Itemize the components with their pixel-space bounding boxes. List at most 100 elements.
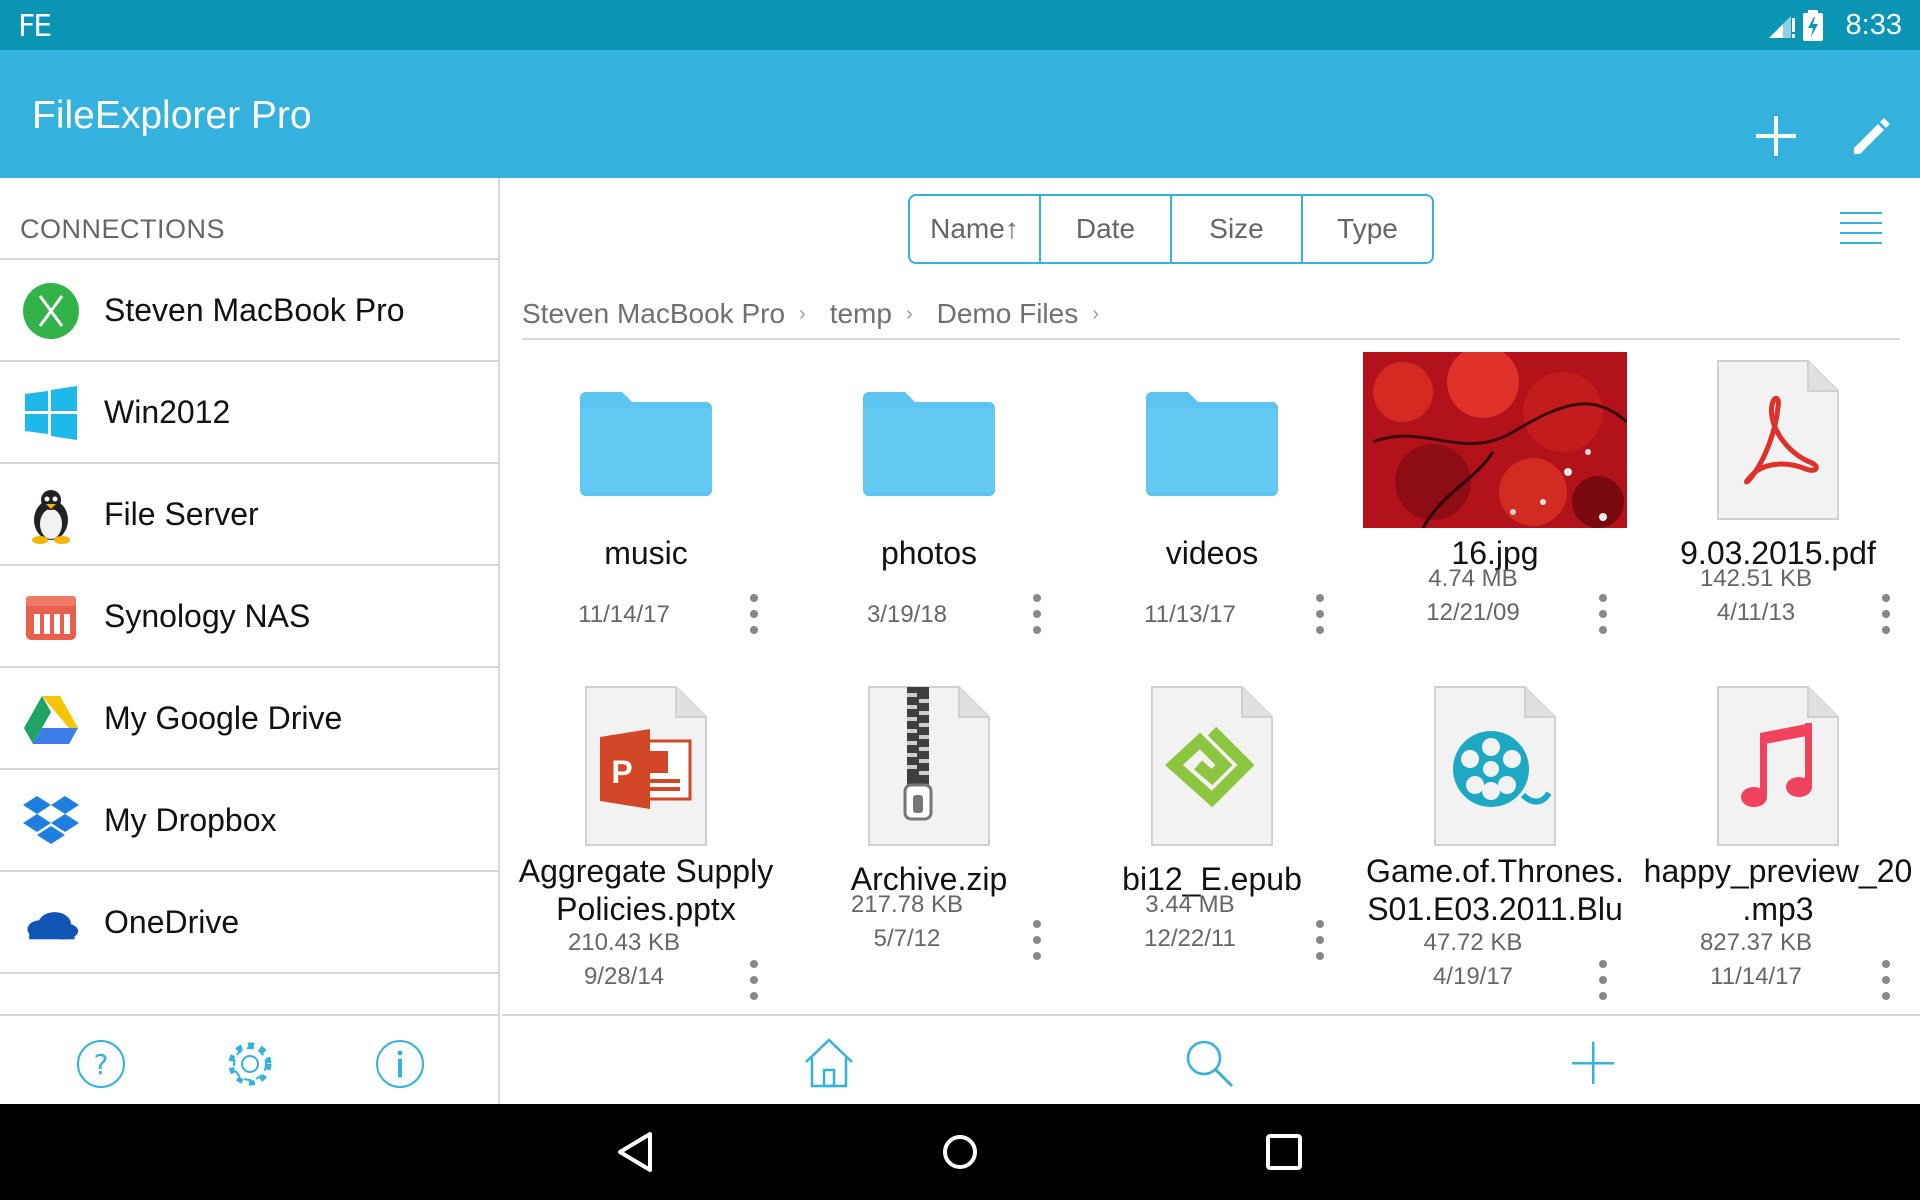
settings-gear-icon[interactable] (224, 1038, 276, 1090)
connection-label: Steven MacBook Pro (104, 292, 405, 328)
more-vertical-icon[interactable] (1872, 590, 1900, 638)
edit-pencil-icon[interactable] (1848, 112, 1896, 160)
sidebar: CONNECTIONS Steven MacBook Pro Win2012 F… (0, 178, 500, 1104)
powerpoint-file-icon: P (585, 686, 707, 846)
connection-item-file-server[interactable]: File Server (0, 464, 500, 566)
sort-by-name-button[interactable]: Name↑ (910, 196, 1041, 262)
thumbnail (787, 676, 1071, 856)
file-size: 4.74 MB (1428, 565, 1518, 592)
app-badge: FE (18, 9, 52, 44)
file-date: 11/14/17 (578, 601, 670, 628)
svg-text:P: P (611, 754, 632, 790)
thumbnail (787, 350, 1071, 530)
connection-item-synology-nas[interactable]: Synology NAS (0, 566, 500, 668)
sort-segmented-control: Name↑ Date Size Type (908, 194, 1434, 264)
search-icon[interactable] (1182, 1036, 1236, 1090)
connection-label: My Dropbox (104, 802, 277, 838)
image-preview (1363, 352, 1627, 528)
connection-item-onedrive[interactable]: OneDrive (0, 872, 500, 974)
sort-by-date-button[interactable]: Date (1041, 196, 1172, 262)
chevron-right-icon: › (799, 302, 806, 325)
file-name: music (604, 535, 688, 571)
file-name: happy_preview_20 .mp3 (1643, 853, 1913, 927)
thumbnail (504, 350, 788, 530)
system-navigation-bar (0, 1104, 1920, 1200)
folder-icon (580, 392, 712, 496)
add-icon[interactable] (1566, 1036, 1620, 1090)
google-drive-icon (24, 696, 78, 744)
mac-x-icon (23, 283, 79, 339)
file-date: 5/7/12 (873, 925, 941, 952)
add-icon[interactable] (1752, 112, 1800, 160)
more-vertical-icon[interactable] (1023, 590, 1051, 638)
windows-icon (25, 386, 77, 440)
thumbnail (1353, 676, 1637, 856)
more-vertical-icon[interactable] (1589, 956, 1617, 1004)
file-name: Aggregate Supply Policies.pptx (518, 853, 774, 927)
thumbnail (1353, 350, 1637, 530)
file-size: 3.44 MB (1145, 891, 1235, 918)
file-browser: Name↑ Date Size Type Steven MacBook Pro … (502, 178, 1920, 1104)
info-icon[interactable] (374, 1038, 426, 1090)
thumbnail (1070, 676, 1354, 856)
back-icon[interactable] (612, 1128, 660, 1176)
folder-icon (863, 392, 995, 496)
more-vertical-icon[interactable] (740, 590, 768, 638)
file-date: 12/21/09 (1426, 599, 1520, 626)
connection-label: My Google Drive (104, 700, 343, 736)
file-date: 9/28/14 (583, 963, 665, 990)
file-date: 12/22/11 (1144, 925, 1236, 952)
more-vertical-icon[interactable] (1306, 590, 1334, 638)
video-file-icon (1434, 686, 1556, 846)
file-name: videos (1165, 535, 1259, 571)
file-size: 142.51 KB (1699, 565, 1813, 592)
thumbnail (1070, 350, 1354, 530)
folder-icon (1146, 392, 1278, 496)
file-date: 3/19/18 (866, 601, 948, 628)
connection-label: Synology NAS (104, 598, 311, 634)
chevron-right-icon: › (1092, 302, 1099, 325)
signal-icon (1769, 16, 1795, 38)
epub-file-icon (1151, 686, 1273, 846)
recents-icon[interactable] (1260, 1128, 1308, 1176)
status-bar: FE 8:33 (0, 0, 1920, 50)
connection-label: File Server (104, 496, 259, 532)
thumbnail (1636, 350, 1920, 530)
breadcrumb-item[interactable]: Demo Files (937, 298, 1079, 330)
bottom-toolbar (502, 1014, 1920, 1104)
more-vertical-icon[interactable] (1872, 956, 1900, 1004)
file-size: 210.43 KB (567, 929, 681, 956)
breadcrumb-item[interactable]: temp (830, 298, 892, 330)
audio-file-icon (1717, 686, 1839, 846)
divider (522, 338, 1900, 340)
file-name: Game.of.Thrones. S01.E03.2011.Blu (1366, 853, 1624, 927)
connections-heading: CONNECTIONS (20, 214, 226, 244)
more-vertical-icon[interactable] (740, 956, 768, 1004)
home-icon[interactable] (802, 1036, 856, 1090)
zip-file-icon (868, 686, 990, 846)
connection-item-my-google-drive[interactable]: My Google Drive (0, 668, 500, 770)
nas-icon (26, 596, 76, 640)
file-date: 4/11/13 (1716, 599, 1796, 626)
connection-label: Win2012 (104, 394, 231, 430)
more-vertical-icon[interactable] (1589, 590, 1617, 638)
sort-by-type-button[interactable]: Type (1303, 196, 1432, 262)
file-size: 827.37 KB (1699, 929, 1813, 956)
home-circle-icon[interactable] (936, 1128, 984, 1176)
list-view-icon[interactable] (1838, 206, 1884, 252)
thumbnail: P (504, 676, 788, 856)
connection-item-my-dropbox[interactable]: My Dropbox (0, 770, 500, 872)
sort-by-size-button[interactable]: Size (1172, 196, 1303, 262)
help-icon[interactable]: ? (75, 1038, 127, 1090)
file-size: 47.72 KB (1423, 929, 1523, 956)
file-grid: music 11/14/17 photos 3/19/18 videos 11/… (502, 350, 1920, 1010)
svg-text:?: ? (94, 1048, 109, 1081)
connection-item-steven-macbook-pro[interactable]: Steven MacBook Pro (0, 260, 500, 362)
more-vertical-icon[interactable] (1306, 916, 1334, 964)
more-vertical-icon[interactable] (1023, 916, 1051, 964)
breadcrumb-item[interactable]: Steven MacBook Pro (522, 298, 785, 330)
file-date: 11/14/17 (1710, 963, 1802, 990)
connection-item-win2012[interactable]: Win2012 (0, 362, 500, 464)
file-size: 217.78 KB (850, 891, 964, 918)
clock: 8:33 (1845, 9, 1902, 41)
